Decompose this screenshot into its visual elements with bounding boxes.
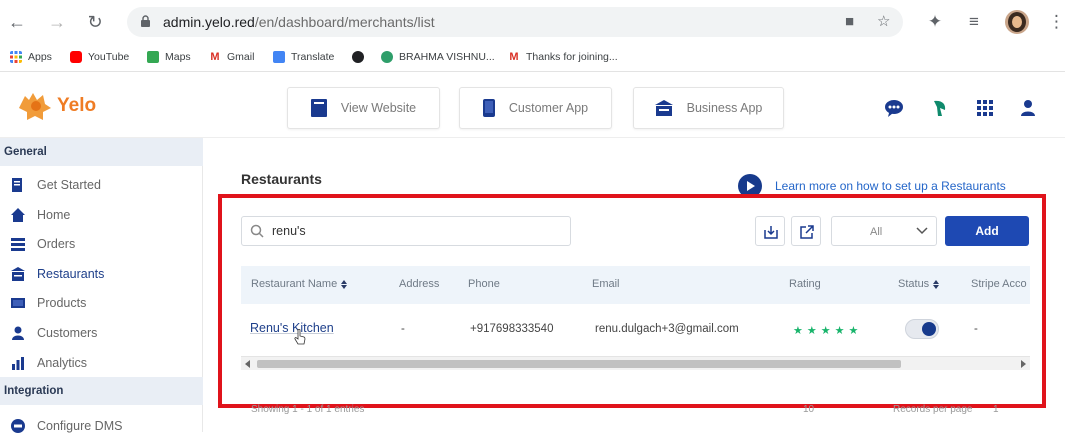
- address-bar[interactable]: admin.yelo.red/en/dashboard/merchants/li…: [127, 7, 903, 37]
- per-page-select[interactable]: 10: [803, 404, 814, 415]
- sidebar-item-analytics[interactable]: Analytics: [0, 349, 203, 377]
- page-number[interactable]: 1: [993, 404, 999, 415]
- sidebar-section-integration: Integration: [0, 377, 203, 405]
- customer-app-button[interactable]: Customer App: [459, 87, 612, 129]
- sidebar-item-home[interactable]: Home: [0, 201, 203, 229]
- translate-icon: [273, 51, 285, 63]
- reading-list-icon[interactable]: ≡: [963, 11, 985, 33]
- github-icon: [352, 51, 364, 63]
- list-icon: [11, 238, 25, 251]
- website-icon: [310, 99, 327, 117]
- sidebar-item-restaurants[interactable]: Restaurants: [0, 260, 203, 288]
- pagination-footer: Showing 1 - 1 of 1 entries 10 Records pe…: [251, 402, 1041, 420]
- browser-toolbar: ← → ↻ admin.yelo.red/en/dashboard/mercha…: [0, 0, 1065, 44]
- business-app-button[interactable]: Business App: [633, 87, 784, 129]
- store-icon: [11, 267, 25, 281]
- gmail-icon: M: [209, 51, 221, 63]
- extensions-icon[interactable]: ✦: [924, 11, 946, 33]
- sidebar-section-general: General: [0, 138, 203, 166]
- lock-icon: [141, 15, 150, 27]
- mobile-icon: [482, 99, 495, 117]
- view-website-button[interactable]: View Website: [287, 87, 440, 129]
- chat-support-icon[interactable]: [884, 98, 904, 118]
- sidebar-item-configure-dms[interactable]: Configure DMS: [0, 412, 203, 440]
- main-content: Restaurants Learn more on how to set up …: [203, 138, 1065, 432]
- leaf-icon[interactable]: [930, 98, 950, 118]
- box-icon: [11, 298, 25, 308]
- bookmark-github[interactable]: [352, 51, 370, 63]
- sidebar-item-products[interactable]: Products: [0, 289, 203, 317]
- camera-icon[interactable]: ■: [845, 14, 861, 30]
- sidebar: General Get Started Home Orders Restaura…: [0, 138, 203, 433]
- bookmark-translate[interactable]: Translate: [273, 51, 334, 63]
- back-icon[interactable]: ←: [6, 11, 28, 33]
- user-icon: [12, 326, 24, 340]
- bookmark-youtube[interactable]: YouTube: [70, 51, 129, 63]
- bookmarks-bar: Apps YouTube Maps M Gmail Translate BRAHM…: [0, 44, 1065, 72]
- forward-icon[interactable]: →: [46, 11, 68, 33]
- url-text: admin.yelo.red/en/dashboard/merchants/li…: [163, 14, 435, 30]
- bookmark-brahma[interactable]: BRAHMA VISHNU...: [381, 51, 495, 63]
- apps-grid-icon[interactable]: [975, 98, 995, 118]
- sidebar-item-customers[interactable]: Customers: [0, 319, 203, 347]
- brand-name: Yelo: [57, 95, 97, 116]
- chart-icon: [12, 357, 24, 370]
- gmail-icon: M: [508, 51, 520, 63]
- bookmark-maps[interactable]: Maps: [147, 51, 191, 63]
- user-account-icon[interactable]: [1018, 98, 1038, 118]
- app-header: Yelo View Website Customer App Business …: [0, 72, 1065, 138]
- settings-icon: [11, 419, 25, 433]
- lion-logo-icon: [19, 93, 51, 120]
- page-title: Restaurants: [241, 171, 322, 187]
- reload-icon[interactable]: ↻: [84, 11, 106, 33]
- showing-entries: Showing 1 - 1 of 1 entries: [251, 404, 365, 415]
- bookmark-apps[interactable]: Apps: [10, 51, 52, 63]
- bookmark-thanks[interactable]: M Thanks for joining...: [508, 51, 618, 63]
- store-icon: [654, 100, 673, 116]
- youtube-icon: [70, 51, 82, 63]
- home-icon: [11, 208, 25, 222]
- bookmark-gmail[interactable]: M Gmail: [209, 51, 254, 63]
- menu-dots-icon[interactable]: ⋮: [1048, 11, 1065, 33]
- maps-icon: [147, 51, 159, 63]
- sidebar-item-orders[interactable]: Orders: [0, 230, 203, 258]
- document-edit-icon: [12, 178, 22, 192]
- apps-grid-icon: [10, 51, 22, 63]
- yelo-logo[interactable]: Yelo: [15, 90, 96, 122]
- profile-avatar[interactable]: [1005, 10, 1029, 34]
- tree-icon: [381, 51, 393, 63]
- sidebar-item-get-started[interactable]: Get Started: [0, 171, 203, 199]
- highlight-annotation: [218, 194, 1046, 408]
- records-per-page-label: Records per page: [893, 404, 973, 415]
- star-icon[interactable]: ☆: [877, 14, 893, 30]
